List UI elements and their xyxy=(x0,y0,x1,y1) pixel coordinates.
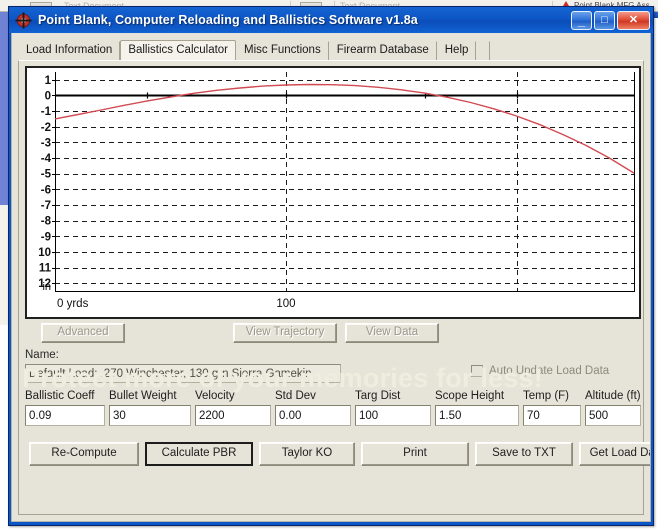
view-trajectory-button[interactable]: View Trajectory xyxy=(233,323,337,343)
save-to-txt-button[interactable]: Save to TXT xyxy=(475,442,573,466)
field-label: Scope Height xyxy=(435,390,505,402)
field-altitude-ft: Altitude (ft) 500 xyxy=(585,390,641,426)
field-scope-height: Scope Height 1.50 xyxy=(435,390,519,426)
tab-load-information[interactable]: Load Information xyxy=(18,41,121,61)
calculate-pbr-button[interactable]: Calculate PBR xyxy=(145,442,253,466)
field-std-dev: Std Dev 0.00 xyxy=(275,390,351,426)
load-name-label: Name: xyxy=(25,349,59,361)
field-velocity: Velocity 2200 xyxy=(195,390,271,426)
auto-update-checkbox[interactable] xyxy=(471,365,483,377)
std-dev-input[interactable]: 0.00 xyxy=(275,405,351,426)
field-label: Bullet Weight xyxy=(109,390,177,402)
field-temp-f: Temp (F) 70 xyxy=(523,390,581,426)
caption-button-group: _ □ ✕ xyxy=(571,10,650,30)
field-label: Std Dev xyxy=(275,390,316,402)
field-ballistic-coeff: Ballistic Coeff 0.09 xyxy=(25,390,105,426)
tab-help[interactable]: Help xyxy=(436,41,477,61)
title-bar[interactable]: Point Blank, Computer Reloading and Ball… xyxy=(9,7,653,33)
svg-text:-4: -4 xyxy=(41,153,52,165)
auto-update-label: Auto Update Load Data xyxy=(489,365,610,377)
trajectory-chart[interactable]: 1 0 -1 -2 -3 -4 -5 -6 -7 -8 -9 10 11 12 in 0 yrds 100 xyxy=(25,66,641,319)
tab-strip-filler xyxy=(476,41,491,61)
bullet-weight-input[interactable]: 30 xyxy=(109,405,191,426)
altitude-input[interactable]: 500 xyxy=(585,405,641,426)
advanced-button[interactable]: Advanced xyxy=(41,323,125,343)
print-button[interactable]: Print xyxy=(361,442,469,466)
ballistics-calculator-panel: 1 0 -1 -2 -3 -4 -5 -6 -7 -8 -9 10 11 12 in 0 yrds 100 Ad… xyxy=(18,60,650,515)
maximize-icon: □ xyxy=(601,13,608,26)
svg-text:-1: -1 xyxy=(41,106,52,118)
field-label: Temp (F) xyxy=(523,390,569,402)
re-compute-button[interactable]: Re-Compute xyxy=(29,442,139,466)
window-client-area: Load Information Ballistics Calculator M… xyxy=(11,33,651,522)
svg-text:10: 10 xyxy=(38,247,51,259)
parameter-fields: Ballistic Coeff 0.09 Bullet Weight 30 Ve… xyxy=(25,390,641,434)
field-label: Velocity xyxy=(195,390,235,402)
tab-strip: Load Information Ballistics Calculator M… xyxy=(18,39,644,62)
close-icon: ✕ xyxy=(628,13,639,26)
application-window: Point Blank, Computer Reloading and Ball… xyxy=(8,6,654,526)
background-left-panel xyxy=(0,12,8,212)
tab-ballistics-calculator[interactable]: Ballistics Calculator xyxy=(120,40,237,62)
ballistic-coeff-input[interactable]: 0.09 xyxy=(25,405,105,426)
svg-text:100: 100 xyxy=(276,298,295,310)
auto-update-load-data-row[interactable]: Auto Update Load Data xyxy=(471,365,609,377)
field-label: Targ Dist xyxy=(355,390,401,402)
field-targ-dist: Targ Dist 100 xyxy=(355,390,431,426)
trajectory-chart-svg: 10-1-2-3-4-5-6-7-8-9101112in0 yrds 100 xyxy=(27,68,639,317)
temp-input[interactable]: 70 xyxy=(523,405,581,426)
taylor-ko-button[interactable]: Taylor KO xyxy=(259,442,355,466)
svg-text:-8: -8 xyxy=(41,216,52,228)
close-button[interactable]: ✕ xyxy=(617,10,650,30)
minimize-icon: _ xyxy=(577,12,586,28)
svg-text:11: 11 xyxy=(39,263,52,275)
tab-firearm-database[interactable]: Firearm Database xyxy=(328,41,437,61)
minimize-button[interactable]: _ xyxy=(571,10,592,30)
window-title: Point Blank, Computer Reloading and Ball… xyxy=(38,13,418,27)
velocity-input[interactable]: 2200 xyxy=(195,405,271,426)
field-label: Altitude (ft) xyxy=(585,390,641,402)
command-buttons: Re-Compute Calculate PBR Taylor KO Print… xyxy=(25,442,650,466)
load-name-field[interactable]: Default Load: .270 Winchester, 130 grn S… xyxy=(25,364,341,383)
svg-text:in: in xyxy=(42,281,51,293)
view-data-button[interactable]: View Data xyxy=(345,323,439,343)
svg-text:-9: -9 xyxy=(41,231,51,243)
scope-height-input[interactable]: 1.50 xyxy=(435,405,519,426)
tab-misc-functions[interactable]: Misc Functions xyxy=(236,41,329,61)
field-label: Ballistic Coeff xyxy=(25,390,95,402)
field-bullet-weight: Bullet Weight 30 xyxy=(109,390,191,426)
get-load-data-button[interactable]: Get Load Data xyxy=(579,442,650,466)
svg-text:1: 1 xyxy=(45,75,52,87)
svg-text:0: 0 xyxy=(45,90,51,102)
svg-text:-6: -6 xyxy=(41,184,51,196)
svg-text:-3: -3 xyxy=(41,137,51,149)
crosshair-icon xyxy=(15,11,32,29)
targ-dist-input[interactable]: 100 xyxy=(355,405,431,426)
chart-action-buttons: Advanced View Trajectory View Data xyxy=(25,323,641,343)
svg-text:-5: -5 xyxy=(41,169,52,181)
svg-text:-2: -2 xyxy=(41,122,51,134)
maximize-button[interactable]: □ xyxy=(594,10,615,30)
svg-text:-7: -7 xyxy=(41,200,51,212)
svg-text:0 yrds: 0 yrds xyxy=(57,298,89,310)
